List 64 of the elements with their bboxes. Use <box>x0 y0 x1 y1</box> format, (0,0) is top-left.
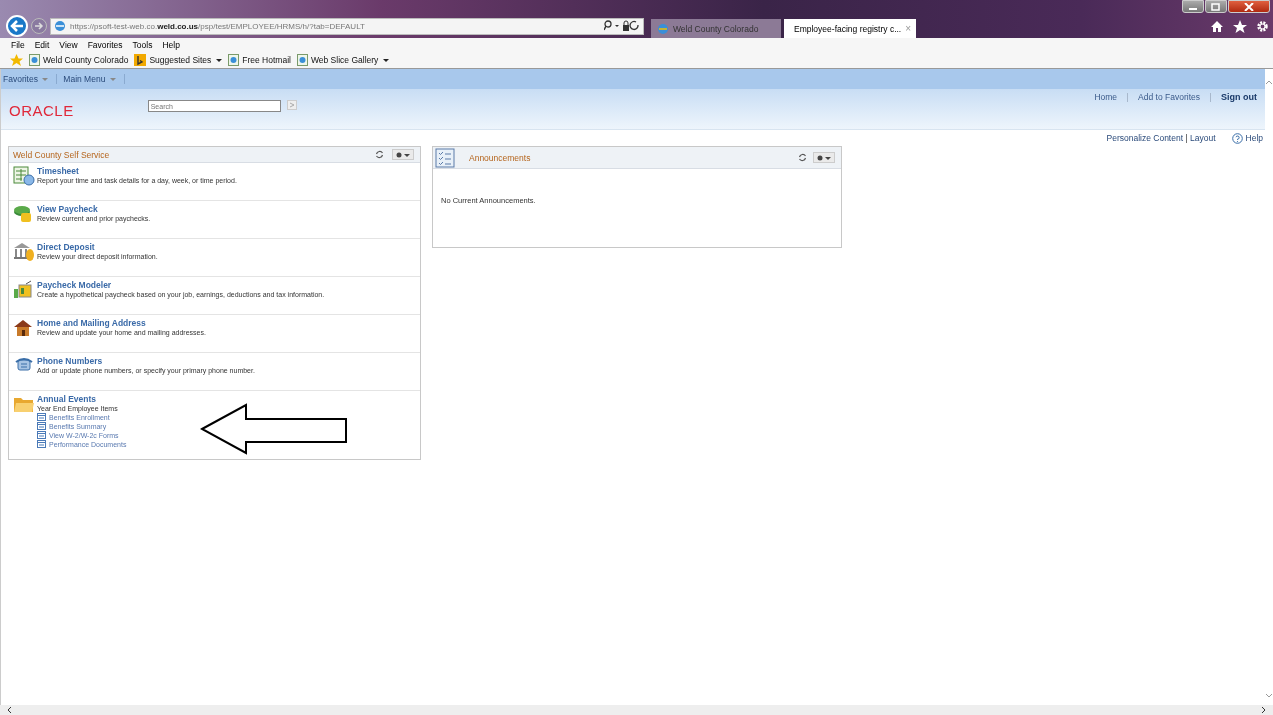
address-bar[interactable]: https://psoft-test-web.co.weld.co.us/psp/test/EMPLOYEE/HRMS/h/?tab=DEFAULT <box>50 17 644 35</box>
close-icon <box>1244 2 1254 11</box>
scroll-right-icon[interactable] <box>1261 706 1267 714</box>
menu-item[interactable]: Favorites <box>87 40 123 50</box>
menu-item[interactable]: Edit <box>34 40 50 50</box>
pagelet-title: Announcements <box>469 152 531 163</box>
help-icon <box>1231 132 1243 144</box>
bing-icon <box>134 54 147 66</box>
browser-tab[interactable]: Employee-facing registry c... × <box>784 19 916 38</box>
chart-coins-icon <box>13 280 35 300</box>
nav-menu[interactable]: Main Menu <box>63 74 125 84</box>
url-text: https://psoft-test-web.co.weld.co.us/psp/test/EMPLOYEE/HRMS/h/?tab=DEFAULT <box>70 21 365 31</box>
service-link[interactable]: Annual Events <box>37 394 127 404</box>
minimize-button[interactable] <box>1182 0 1204 13</box>
pagelet-settings-button[interactable] <box>392 149 414 160</box>
search-lock-refresh-icon[interactable] <box>604 20 640 32</box>
service-link[interactable]: Direct Deposit <box>37 242 158 252</box>
browser-tab[interactable]: Weld County Colorado <box>651 19 781 38</box>
nav-menu[interactable]: Favorites <box>3 74 58 84</box>
header-link[interactable]: Sign out <box>1221 92 1257 102</box>
service-link[interactable]: Phone Numbers <box>37 356 255 366</box>
page-icon <box>54 20 66 32</box>
scroll-up-icon[interactable] <box>1265 79 1273 85</box>
menu-item[interactable]: Tools <box>132 40 153 50</box>
favorites-bar-link[interactable]: Weld County Colorado <box>29 54 129 66</box>
pagelet-settings-button[interactable] <box>813 152 835 163</box>
forward-button[interactable] <box>31 18 47 34</box>
menu-item[interactable]: Help <box>162 40 180 50</box>
favorites-bar-link[interactable]: Suggested Sites <box>134 54 223 66</box>
service-link[interactable]: Timesheet <box>37 166 237 176</box>
personalize-content-link[interactable]: Personalize Content <box>1106 133 1184 143</box>
favorites-star-icon[interactable] <box>10 54 23 66</box>
scroll-left-icon[interactable] <box>6 706 12 714</box>
timesheet-clock-icon <box>13 166 35 186</box>
close-button[interactable] <box>1228 0 1270 13</box>
restore-button[interactable] <box>1205 0 1227 13</box>
favorites-bar-link[interactable]: Web Slice Gallery <box>296 54 390 66</box>
service-link[interactable]: Home and Mailing Address <box>37 318 206 328</box>
service-link[interactable]: View Paycheck <box>37 204 151 214</box>
personalize-text: Personalize Content | Layout <box>1106 133 1216 143</box>
favorites-star-icon[interactable] <box>1233 19 1247 33</box>
header-link[interactable]: Home <box>1094 92 1118 102</box>
layout-link[interactable]: Layout <box>1190 133 1216 143</box>
page-icon <box>657 22 669 35</box>
horizontal-scrollbar[interactable] <box>0 705 1273 715</box>
back-button[interactable] <box>6 15 28 37</box>
favorites-bar-link[interactable]: Free Hotmail <box>228 54 291 66</box>
back-arrow-icon <box>10 20 24 32</box>
oracle-logo: ORACLE <box>9 102 74 119</box>
menu-item[interactable]: File <box>11 40 25 50</box>
bank-coins-icon <box>13 242 35 262</box>
help-link[interactable]: Help <box>1231 132 1263 144</box>
home-icon[interactable] <box>1210 20 1224 32</box>
refresh-icon[interactable] <box>375 150 384 159</box>
restore-icon <box>1211 2 1221 11</box>
scroll-down-icon[interactable] <box>1265 693 1273 699</box>
pagelet-title: Weld County Self Service <box>13 149 111 160</box>
menu-item[interactable]: View <box>59 40 78 50</box>
service-link[interactable]: Paycheck Modeler <box>37 280 325 290</box>
close-tab-button[interactable]: × <box>905 23 912 34</box>
header-link[interactable]: Add to Favorites <box>1138 92 1200 102</box>
settings-icon[interactable] <box>1256 19 1269 33</box>
refresh-icon[interactable] <box>798 153 807 162</box>
forward-arrow-icon <box>34 21 44 31</box>
